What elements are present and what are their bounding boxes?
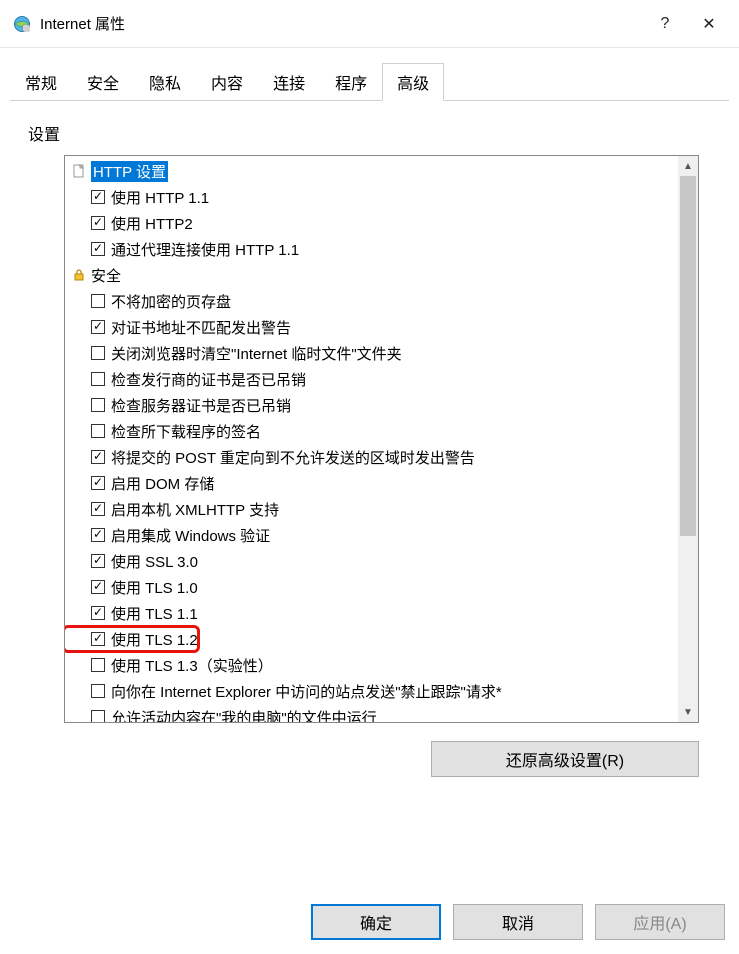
setting-label: 向你在 Internet Explorer 中访问的站点发送"禁止跟踪"请求* (111, 681, 502, 702)
setting-item[interactable]: 使用 SSL 3.0 (65, 548, 678, 574)
ok-button[interactable]: 确定 (311, 904, 441, 940)
checkbox[interactable] (91, 450, 105, 464)
close-button[interactable]: ✕ (687, 4, 731, 44)
setting-item[interactable]: 启用集成 Windows 验证 (65, 522, 678, 548)
tab-程序[interactable]: 程序 (320, 63, 382, 101)
setting-item[interactable]: 不将加密的页存盘 (65, 288, 678, 314)
settings-list-inner: HTTP 设置使用 HTTP 1.1 使用 HTTP2 通过代理连接使用 HTTP … (65, 156, 678, 722)
setting-label: 检查所下载程序的签名 (111, 421, 261, 442)
internet-options-icon (12, 14, 32, 34)
settings-listbox[interactable]: HTTP 设置使用 HTTP 1.1 使用 HTTP2 通过代理连接使用 HTTP … (64, 155, 699, 723)
setting-item[interactable]: 关闭浏览器时清空"Internet 临时文件"文件夹 (65, 340, 678, 366)
checkbox[interactable] (91, 632, 105, 646)
setting-label: 检查服务器证书是否已吊销 (111, 395, 291, 416)
setting-item[interactable]: 使用 TLS 1.3（实验性） (65, 652, 678, 678)
setting-label: 启用集成 Windows 验证 (111, 525, 270, 546)
settings-group-label: 设置 (10, 101, 729, 145)
checkbox[interactable] (91, 476, 105, 490)
setting-label: 允许活动内容在"我的电脑"的文件中运行 (111, 707, 377, 723)
setting-label: 检查发行商的证书是否已吊销 (111, 369, 306, 390)
cancel-button[interactable]: 取消 (453, 904, 583, 940)
setting-item[interactable]: 使用 TLS 1.1 (65, 600, 678, 626)
setting-item[interactable]: 对证书地址不匹配发出警告 (65, 314, 678, 340)
checkbox[interactable] (91, 710, 105, 722)
setting-item[interactable]: 使用 TLS 1.0 (65, 574, 678, 600)
setting-item[interactable]: 使用 TLS 1.2 (65, 626, 678, 652)
setting-label: 关闭浏览器时清空"Internet 临时文件"文件夹 (111, 343, 402, 364)
checkbox[interactable] (91, 580, 105, 594)
setting-item[interactable]: 将提交的 POST 重定向到不允许发送的区域时发出警告 (65, 444, 678, 470)
title-bar: Internet 属性 ? ✕ (0, 0, 739, 48)
setting-item[interactable]: 启用 DOM 存储 (65, 470, 678, 496)
setting-item[interactable]: 启用本机 XMLHTTP 支持 (65, 496, 678, 522)
checkbox[interactable] (91, 190, 105, 204)
tab-strip: 常规安全隐私内容连接程序高级 (0, 48, 739, 100)
checkbox[interactable] (91, 320, 105, 334)
restore-defaults-button[interactable]: 还原高级设置(R) (431, 741, 699, 777)
checkbox[interactable] (91, 684, 105, 698)
category-label: 安全 (91, 265, 121, 286)
checkbox[interactable] (91, 346, 105, 360)
tab-panel: 设置 HTTP 设置使用 HTTP 1.1 使用 HTTP2 通过代理连接使用 HT… (10, 100, 729, 777)
tab-内容[interactable]: 内容 (196, 63, 258, 101)
apply-button[interactable]: 应用(A) (595, 904, 725, 940)
dialog-buttons: 确定 取消 应用(A) (311, 904, 725, 940)
setting-item[interactable]: 允许活动内容在"我的电脑"的文件中运行 (65, 704, 678, 722)
scroll-thumb[interactable] (680, 176, 696, 536)
setting-item[interactable]: 通过代理连接使用 HTTP 1.1 (65, 236, 678, 262)
setting-item[interactable]: 检查发行商的证书是否已吊销 (65, 366, 678, 392)
checkbox[interactable] (91, 424, 105, 438)
category-label: HTTP 设置 (91, 161, 168, 182)
setting-item[interactable]: 使用 HTTP2 (65, 210, 678, 236)
scrollbar[interactable]: ▲ ▼ (678, 156, 698, 722)
page-icon (71, 163, 87, 179)
tab-高级[interactable]: 高级 (382, 63, 444, 101)
checkbox[interactable] (91, 398, 105, 412)
setting-label: 使用 SSL 3.0 (111, 551, 198, 572)
scroll-down-button[interactable]: ▼ (678, 702, 698, 722)
tab-安全[interactable]: 安全 (72, 63, 134, 101)
category-安全[interactable]: 安全 (65, 262, 678, 288)
category-HTTP 设置[interactable]: HTTP 设置 (65, 158, 678, 184)
checkbox[interactable] (91, 242, 105, 256)
tab-连接[interactable]: 连接 (258, 63, 320, 101)
checkbox[interactable] (91, 502, 105, 516)
setting-label: 启用 DOM 存储 (111, 473, 214, 494)
setting-item[interactable]: 检查所下载程序的签名 (65, 418, 678, 444)
setting-label: 对证书地址不匹配发出警告 (111, 317, 291, 338)
setting-label: 启用本机 XMLHTTP 支持 (111, 499, 279, 520)
lock-icon (71, 267, 87, 283)
checkbox[interactable] (91, 528, 105, 542)
checkbox[interactable] (91, 658, 105, 672)
window-title: Internet 属性 (40, 13, 643, 34)
setting-label: 使用 TLS 1.0 (111, 577, 198, 598)
setting-label: 使用 TLS 1.2 (111, 629, 198, 650)
setting-label: 不将加密的页存盘 (111, 291, 231, 312)
tab-常规[interactable]: 常规 (10, 63, 72, 101)
setting-label: 将提交的 POST 重定向到不允许发送的区域时发出警告 (111, 447, 475, 468)
setting-item[interactable]: 使用 HTTP 1.1 (65, 184, 678, 210)
setting-label: 使用 TLS 1.1 (111, 603, 198, 624)
setting-item[interactable]: 向你在 Internet Explorer 中访问的站点发送"禁止跟踪"请求* (65, 678, 678, 704)
help-button[interactable]: ? (643, 4, 687, 44)
checkbox[interactable] (91, 554, 105, 568)
setting-label: 使用 HTTP2 (111, 213, 193, 234)
tab-隐私[interactable]: 隐私 (134, 63, 196, 101)
setting-label: 使用 HTTP 1.1 (111, 187, 209, 208)
setting-label: 使用 TLS 1.3（实验性） (111, 655, 273, 676)
scroll-up-button[interactable]: ▲ (678, 156, 698, 176)
setting-item[interactable]: 检查服务器证书是否已吊销 (65, 392, 678, 418)
checkbox[interactable] (91, 294, 105, 308)
checkbox[interactable] (91, 216, 105, 230)
scroll-track[interactable] (678, 176, 698, 702)
checkbox[interactable] (91, 372, 105, 386)
checkbox[interactable] (91, 606, 105, 620)
setting-label: 通过代理连接使用 HTTP 1.1 (111, 239, 299, 260)
